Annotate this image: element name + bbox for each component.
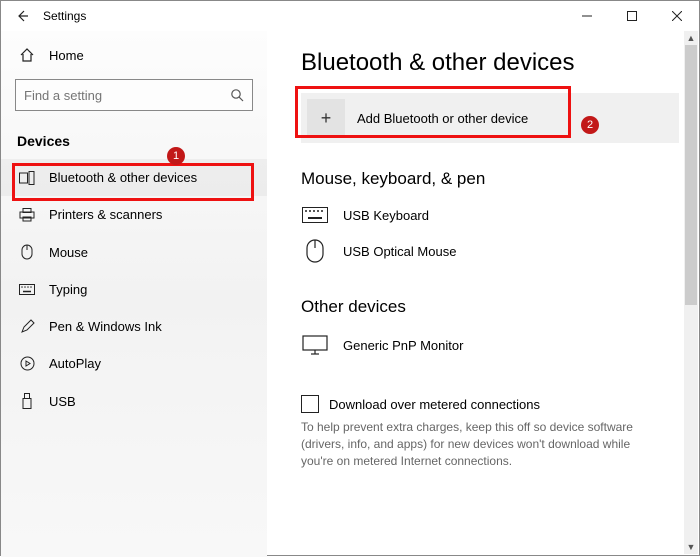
device-monitor[interactable]: Generic PnP Monitor bbox=[301, 327, 679, 363]
plus-icon: + bbox=[307, 99, 345, 137]
annotation-callout-1: 1 bbox=[167, 147, 185, 165]
device-keyboard[interactable]: USB Keyboard bbox=[301, 199, 679, 231]
sidebar-item-bluetooth[interactable]: Bluetooth & other devices bbox=[1, 159, 267, 196]
autoplay-icon bbox=[19, 356, 35, 371]
sidebar-item-mouse[interactable]: Mouse bbox=[1, 233, 267, 271]
search-box[interactable] bbox=[15, 79, 253, 111]
mouse-icon bbox=[19, 244, 35, 260]
device-label: USB Keyboard bbox=[343, 208, 429, 223]
device-label: Generic PnP Monitor bbox=[343, 338, 463, 353]
sidebar-item-typing[interactable]: Typing bbox=[1, 271, 267, 308]
devices-icon bbox=[19, 171, 35, 185]
home-icon bbox=[19, 47, 35, 63]
device-label: USB Optical Mouse bbox=[343, 244, 456, 259]
sidebar-item-label: Mouse bbox=[49, 245, 88, 260]
mouse-icon bbox=[301, 239, 329, 263]
sidebar-item-autoplay[interactable]: AutoPlay bbox=[1, 345, 267, 382]
sidebar-section-header: Devices bbox=[1, 117, 267, 159]
usb-icon bbox=[19, 393, 35, 409]
sidebar-item-label: USB bbox=[49, 394, 76, 409]
monitor-icon bbox=[301, 335, 329, 355]
sidebar-item-label: Typing bbox=[49, 282, 87, 297]
section-heading-other: Other devices bbox=[301, 297, 679, 317]
minimize-button[interactable] bbox=[564, 1, 609, 31]
add-device-label: Add Bluetooth or other device bbox=[357, 111, 528, 126]
metered-help-text: To help prevent extra charges, keep this… bbox=[301, 419, 661, 469]
checkbox-icon[interactable] bbox=[301, 395, 319, 413]
titlebar: Settings bbox=[1, 1, 699, 31]
metered-checkbox-row[interactable]: Download over metered connections bbox=[301, 395, 679, 413]
search-input[interactable] bbox=[24, 88, 230, 103]
sidebar-item-printers[interactable]: Printers & scanners bbox=[1, 196, 267, 233]
sidebar-item-label: Bluetooth & other devices bbox=[49, 170, 197, 185]
annotation-callout-2: 2 bbox=[581, 116, 599, 134]
sidebar-item-usb[interactable]: USB bbox=[1, 382, 267, 420]
page-title: Bluetooth & other devices bbox=[301, 49, 679, 77]
window-title: Settings bbox=[43, 9, 86, 23]
search-icon bbox=[230, 88, 244, 102]
printer-icon bbox=[19, 208, 35, 222]
home-label: Home bbox=[49, 48, 84, 63]
scroll-up-icon[interactable]: ▲ bbox=[684, 31, 698, 45]
sidebar-item-label: Pen & Windows Ink bbox=[49, 319, 162, 334]
close-button[interactable] bbox=[654, 1, 699, 31]
home-link[interactable]: Home bbox=[1, 37, 267, 73]
scroll-down-icon[interactable]: ▼ bbox=[684, 540, 698, 554]
section-heading-mkp: Mouse, keyboard, & pen bbox=[301, 169, 679, 189]
scroll-thumb[interactable] bbox=[685, 45, 697, 305]
device-mouse[interactable]: USB Optical Mouse bbox=[301, 231, 679, 271]
pen-icon bbox=[19, 319, 35, 334]
back-button[interactable] bbox=[15, 9, 29, 23]
main-content: Bluetooth & other devices + Add Bluetoot… bbox=[267, 31, 699, 557]
metered-label: Download over metered connections bbox=[329, 397, 540, 412]
add-device-button[interactable]: + Add Bluetooth or other device bbox=[301, 93, 679, 143]
sidebar-item-label: Printers & scanners bbox=[49, 207, 162, 222]
maximize-button[interactable] bbox=[609, 1, 654, 31]
keyboard-icon bbox=[19, 284, 35, 295]
sidebar: Home Devices Bluetooth & other devices P… bbox=[1, 31, 267, 557]
keyboard-icon bbox=[301, 207, 329, 223]
vertical-scrollbar[interactable]: ▲ ▼ bbox=[684, 31, 698, 554]
sidebar-item-label: AutoPlay bbox=[49, 356, 101, 371]
sidebar-item-pen[interactable]: Pen & Windows Ink bbox=[1, 308, 267, 345]
